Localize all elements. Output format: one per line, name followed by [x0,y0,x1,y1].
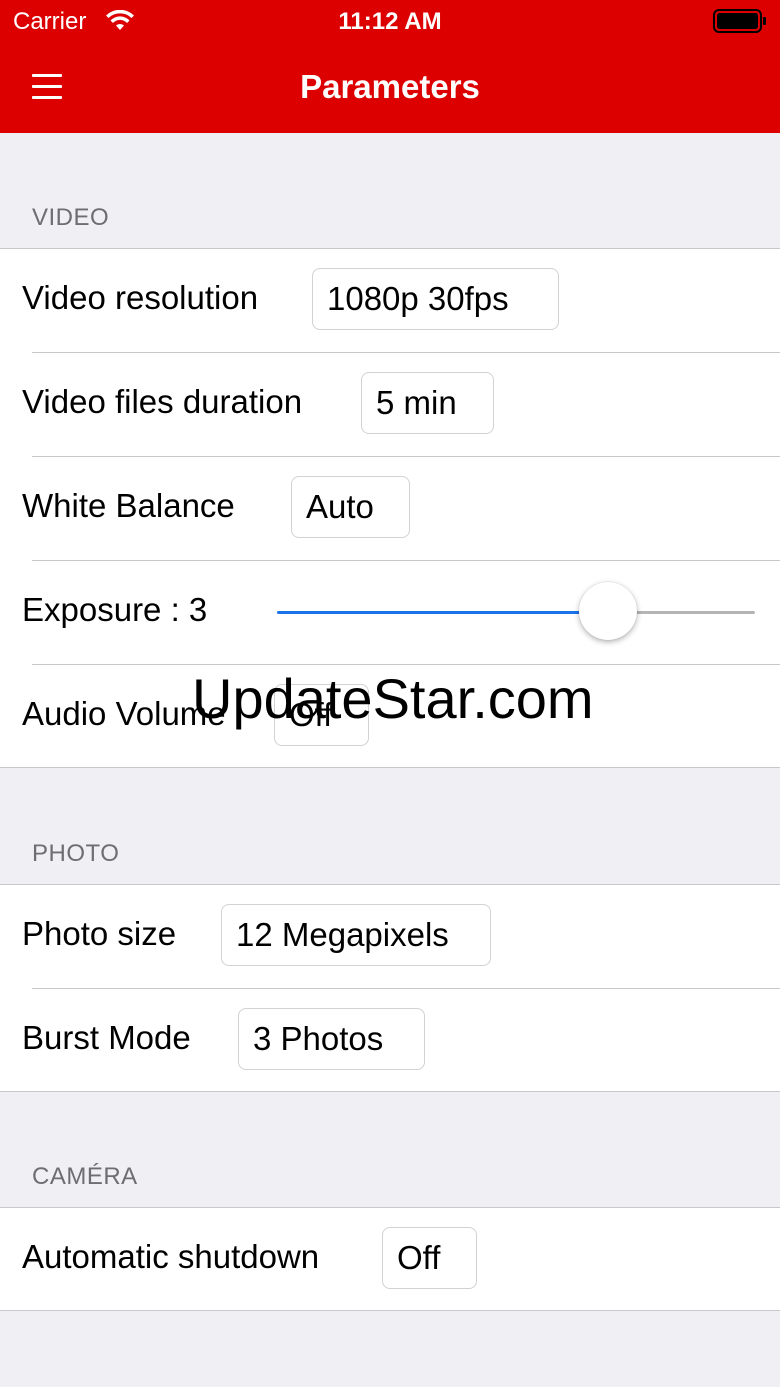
row-burst-mode: Burst Mode 3 Photos [0,989,780,1093]
section-title-video: VIDEO [32,204,110,231]
row-video-files-duration: Video files duration 5 min [0,353,780,457]
row-audio-volume: Audio Volume Off [0,665,780,769]
section-title-camera: CAMÉRA [32,1163,138,1190]
video-settings-group: Video resolution 1080p 30fps Video files… [0,248,780,768]
automatic-shutdown-label: Automatic shutdown [22,1238,320,1275]
battery-icon [713,9,766,33]
burst-mode-button[interactable]: 3 Photos [238,1008,425,1070]
status-time: 11:12 AM [338,8,442,35]
video-files-duration-button[interactable]: 5 min [361,372,494,434]
row-white-balance: White Balance Auto [0,457,780,561]
row-exposure: Exposure : 3 [0,561,780,665]
photo-size-label: Photo size [22,915,177,952]
status-bar: Carrier 11:12 AM [0,0,780,44]
row-photo-size: Photo size 12 Megapixels [0,885,780,989]
photo-size-button[interactable]: 12 Megapixels [221,904,491,966]
navigation-header: Carrier 11:12 AM Parameters [0,0,780,133]
page-title: Parameters [300,68,480,105]
camera-settings-group: Automatic shutdown Off [0,1207,780,1311]
automatic-shutdown-button[interactable]: Off [382,1227,477,1289]
exposure-label: Exposure : 3 [22,591,208,628]
white-balance-button[interactable]: Auto [291,476,410,538]
slider-track-filled [277,611,608,614]
row-automatic-shutdown: Automatic shutdown Off [0,1208,780,1312]
section-title-photo: PHOTO [32,840,120,867]
video-resolution-button[interactable]: 1080p 30fps [312,268,559,330]
audio-volume-button[interactable]: Off [274,684,369,746]
burst-mode-label: Burst Mode [22,1019,191,1056]
row-video-resolution: Video resolution 1080p 30fps [0,249,780,353]
audio-volume-label: Audio Volume [22,695,226,732]
video-resolution-label: Video resolution [22,279,259,316]
slider-thumb[interactable] [579,582,637,640]
photo-settings-group: Photo size 12 Megapixels Burst Mode 3 Ph… [0,884,780,1092]
white-balance-label: White Balance [22,487,235,524]
video-files-duration-label: Video files duration [22,383,303,420]
exposure-slider[interactable] [277,581,755,643]
